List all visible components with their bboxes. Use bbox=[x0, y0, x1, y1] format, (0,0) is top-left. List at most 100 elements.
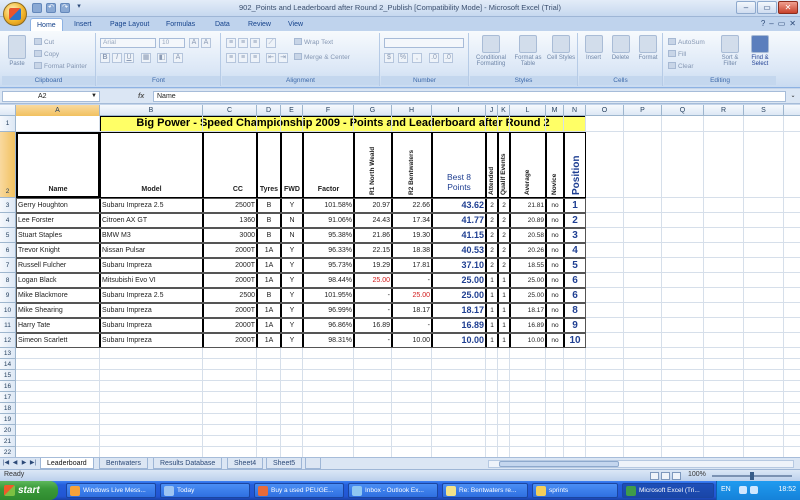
table-cell[interactable]: - bbox=[354, 303, 392, 318]
row-header-5[interactable]: 5 bbox=[0, 228, 16, 243]
table-cell[interactable]: 3000 bbox=[203, 228, 257, 243]
prev-sheet-icon[interactable]: ◀ bbox=[11, 459, 19, 468]
table-cell[interactable]: 25.00 bbox=[432, 288, 486, 303]
table-cell[interactable]: no bbox=[546, 273, 564, 288]
row-header-18[interactable]: 18 bbox=[0, 403, 16, 414]
comma-icon[interactable]: , bbox=[412, 53, 422, 63]
table-cell[interactable]: - bbox=[392, 273, 432, 288]
table-cell[interactable]: 10 bbox=[564, 333, 586, 348]
table-cell[interactable]: 2 bbox=[498, 213, 510, 228]
table-cell[interactable]: B bbox=[257, 198, 281, 213]
row-header-11[interactable]: 11 bbox=[0, 318, 16, 333]
table-cell[interactable]: 2000T bbox=[203, 258, 257, 273]
table-cell[interactable]: 101.95% bbox=[303, 288, 354, 303]
table-cell[interactable]: 2 bbox=[486, 228, 498, 243]
sheet-tab-sheet4[interactable]: Sheet4 bbox=[227, 458, 264, 469]
row-header-22[interactable]: 22 bbox=[0, 447, 16, 457]
align-left-icon[interactable]: ≡ bbox=[226, 53, 236, 63]
row-header-4[interactable]: 4 bbox=[0, 213, 16, 228]
table-cell[interactable]: 95.73% bbox=[303, 258, 354, 273]
table-cell[interactable]: 1A bbox=[257, 318, 281, 333]
tab-home[interactable]: Home bbox=[30, 18, 63, 31]
row-header-6[interactable]: 6 bbox=[0, 243, 16, 258]
table-cell[interactable]: 37.10 bbox=[432, 258, 486, 273]
table-cell[interactable]: 3 bbox=[564, 228, 586, 243]
table-cell[interactable]: 21.81 bbox=[510, 198, 546, 213]
table-cell[interactable]: 1A bbox=[257, 333, 281, 348]
table-cell[interactable]: B bbox=[257, 213, 281, 228]
row-header-15[interactable]: 15 bbox=[0, 370, 16, 381]
header-name[interactable]: Name bbox=[16, 186, 100, 193]
horizontal-scrollbar[interactable] bbox=[488, 460, 794, 468]
column-header-n[interactable]: N bbox=[564, 105, 586, 116]
column-header-m[interactable]: M bbox=[546, 105, 564, 116]
header-fwd[interactable]: FWD bbox=[281, 186, 303, 193]
table-cell[interactable]: 1 bbox=[498, 273, 510, 288]
table-cell[interactable]: 17.81 bbox=[392, 258, 432, 273]
table-cell[interactable]: 10.00 bbox=[392, 333, 432, 348]
table-cell[interactable]: Y bbox=[281, 273, 303, 288]
language-indicator[interactable]: EN bbox=[721, 486, 731, 493]
tab-view[interactable]: View bbox=[282, 18, 309, 31]
zoom-slider[interactable] bbox=[712, 472, 792, 480]
table-cell[interactable]: 1 bbox=[486, 333, 498, 348]
decrease-decimal-icon[interactable]: .0 bbox=[443, 53, 453, 63]
table-cell[interactable]: 8 bbox=[564, 303, 586, 318]
table-cell[interactable]: 1 bbox=[498, 288, 510, 303]
table-cell[interactable]: Lee Forster bbox=[16, 213, 100, 228]
table-cell[interactable]: 1 bbox=[486, 303, 498, 318]
align-middle-icon[interactable]: ≡ bbox=[238, 38, 248, 48]
ribbon-minimize-icon[interactable]: – bbox=[769, 19, 773, 28]
table-cell[interactable]: 41.77 bbox=[432, 213, 486, 228]
column-header-i[interactable]: I bbox=[432, 105, 486, 116]
table-cell[interactable]: 1A bbox=[257, 303, 281, 318]
table-cell[interactable]: 2 bbox=[498, 243, 510, 258]
task-bentwaters-reply[interactable]: Re: Bentwaters re... bbox=[442, 483, 528, 498]
chevron-down-icon[interactable]: ▼ bbox=[91, 92, 97, 101]
header-qualif-events[interactable]: Qualif Events bbox=[500, 135, 507, 195]
table-cell[interactable]: - bbox=[354, 333, 392, 348]
tab-insert[interactable]: Insert bbox=[68, 18, 98, 31]
maximize-button[interactable]: ▭ bbox=[757, 1, 777, 14]
tab-data[interactable]: Data bbox=[209, 18, 236, 31]
table-cell[interactable]: 18.17 bbox=[392, 303, 432, 318]
table-cell[interactable]: - bbox=[392, 318, 432, 333]
scrollbar-thumb[interactable] bbox=[499, 461, 619, 467]
table-cell[interactable]: 40.53 bbox=[432, 243, 486, 258]
decrease-indent-icon[interactable]: ⇤ bbox=[266, 53, 276, 63]
merge-center-button[interactable]: Merge & Center bbox=[294, 53, 350, 63]
column-header-h[interactable]: H bbox=[392, 105, 432, 116]
sheet-title[interactable]: Big Power - Speed Championship 2009 - Po… bbox=[100, 116, 586, 132]
italic-icon[interactable]: I bbox=[112, 53, 122, 63]
table-cell[interactable]: 2000T bbox=[203, 303, 257, 318]
sheet-tab-results-database[interactable]: Results Database bbox=[153, 458, 223, 469]
table-cell[interactable]: Russell Fulcher bbox=[16, 258, 100, 273]
row-header-10[interactable]: 10 bbox=[0, 303, 16, 318]
column-header-e[interactable]: E bbox=[281, 105, 303, 116]
header-novice[interactable]: Novice bbox=[551, 135, 558, 195]
row-header-8[interactable]: 8 bbox=[0, 273, 16, 288]
table-cell[interactable]: Y bbox=[281, 318, 303, 333]
table-cell[interactable]: Y bbox=[281, 288, 303, 303]
zoom-level[interactable]: 100% bbox=[688, 471, 706, 478]
name-box[interactable]: A2 ▼ bbox=[2, 91, 100, 102]
table-cell[interactable]: 17.34 bbox=[392, 213, 432, 228]
worksheet-grid[interactable]: ABCDEFGHIJKLMNOPQRS 1 2 3 4 5 6 7 8 9 10 11 12 13 14 1… bbox=[0, 105, 800, 457]
insert-cells-button[interactable]: Insert bbox=[580, 35, 607, 61]
table-cell[interactable]: 16.89 bbox=[432, 318, 486, 333]
table-cell[interactable]: 19.30 bbox=[392, 228, 432, 243]
first-sheet-icon[interactable]: |◀ bbox=[2, 459, 10, 468]
table-cell[interactable]: N bbox=[281, 228, 303, 243]
tab-page-layout[interactable]: Page Layout bbox=[104, 18, 155, 31]
table-cell[interactable]: 2 bbox=[486, 213, 498, 228]
header-r1-north-weald[interactable]: R1 North Weald bbox=[369, 135, 376, 195]
increase-decimal-icon[interactable]: .0 bbox=[429, 53, 439, 63]
table-cell[interactable]: 2000T bbox=[203, 333, 257, 348]
table-cell[interactable]: 1 bbox=[564, 198, 586, 213]
insert-function-icon[interactable]: fx bbox=[138, 93, 144, 100]
column-header-f[interactable]: F bbox=[303, 105, 354, 116]
table-cell[interactable]: B bbox=[257, 288, 281, 303]
task-outlook-inbox[interactable]: Inbox - Outlook Ex... bbox=[348, 483, 438, 498]
table-cell[interactable]: no bbox=[546, 318, 564, 333]
table-cell[interactable]: 1A bbox=[257, 243, 281, 258]
